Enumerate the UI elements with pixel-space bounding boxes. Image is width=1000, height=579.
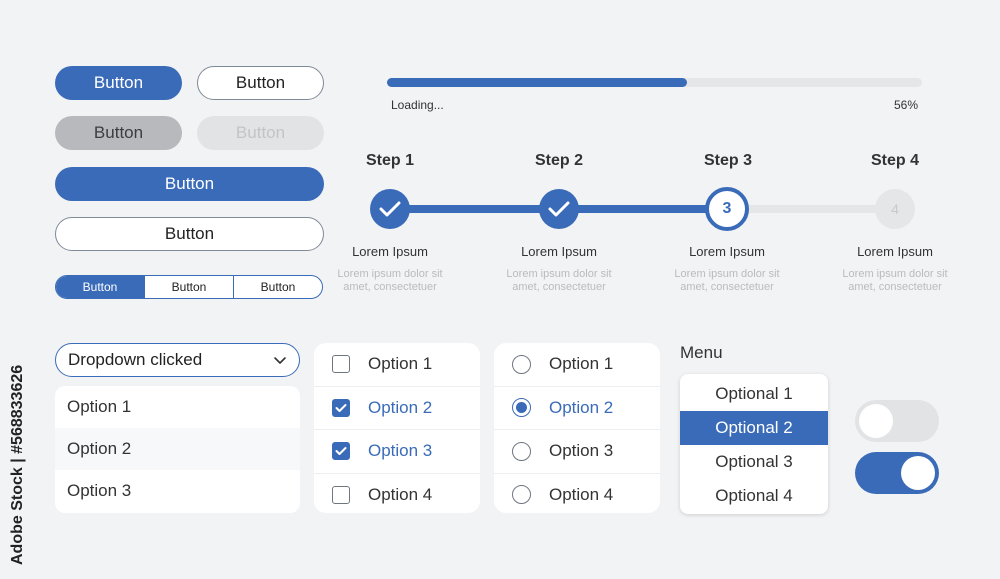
checkbox[interactable] [332,398,350,417]
checkbox-label: Option 1 [368,354,433,374]
segment-button-1[interactable]: Button [56,276,144,298]
step-1-label: Step 1 [365,152,414,169]
outline-button[interactable]: Button [197,66,324,100]
toggle-knob [901,456,935,490]
disabled-button: Button [197,116,324,150]
radio-dot [516,402,527,414]
step-2-circle[interactable] [539,189,579,229]
gray-button[interactable]: Button [55,116,182,150]
step-2-desc: Lorem ipsum dolor sit amet, consectetuer [506,268,612,293]
radio-label: Option 3 [549,441,614,461]
dropdown-option[interactable]: Option 2 [55,428,300,470]
checkbox-row[interactable]: Option 2 [314,387,480,430]
menu-item[interactable]: Optional 3 [680,445,828,479]
toggle-knob [859,404,893,438]
radio-row[interactable]: Option 1 [494,343,660,387]
step-4-desc: Lorem ipsum dolor sit amet, consectetuer [842,268,948,293]
check-icon [379,201,401,217]
menu-item[interactable]: Optional 1 [680,377,828,411]
radio-button[interactable] [512,485,531,505]
checkbox[interactable] [332,485,350,504]
radio-label: Option 2 [549,397,614,417]
checkbox-row[interactable]: Option 1 [314,343,480,387]
progress-bar [387,78,922,87]
check-icon [335,447,347,456]
radio-label: Option 1 [549,354,614,374]
dropdown[interactable]: Dropdown clicked [55,343,300,377]
radio-row[interactable]: Option 4 [494,474,660,514]
stock-watermark-text: Adobe Stock | #568833626 [9,364,26,565]
radio-button[interactable] [512,398,531,418]
radio-button[interactable] [512,354,531,374]
step-3-desc: Lorem ipsum dolor sit amet, consectetuer [674,268,780,293]
dropdown-list: Option 1 Option 2 Option 3 [55,386,300,513]
step-1-desc: Lorem ipsum dolor sit amet, consectetuer [337,268,443,293]
checkbox[interactable] [332,442,350,461]
step-4-title: Lorem Ipsum [857,244,933,259]
progress-label: Loading... [391,98,444,112]
dropdown-value: Dropdown clicked [68,350,203,369]
step-1-title: Lorem Ipsum [352,244,428,259]
menu-title: Menu [680,343,723,362]
checkbox-group: Option 1 Option 2 Option 3 Option 4 [314,343,480,513]
step-4-circle[interactable]: 4 [875,189,915,229]
progress-fill [387,78,687,87]
step-3-title: Lorem Ipsum [689,244,765,259]
checkbox-label: Option 3 [368,441,433,461]
wide-outline-button[interactable]: Button [55,217,324,251]
checkbox-label: Option 2 [368,397,433,417]
checkbox[interactable] [332,355,350,374]
checkbox-row[interactable]: Option 3 [314,430,480,474]
segment-button-3[interactable]: Button [233,276,322,298]
toggle-off[interactable] [855,400,939,442]
radio-label: Option 4 [549,484,614,504]
checkbox-row[interactable]: Option 4 [314,474,480,514]
check-icon [335,403,347,412]
primary-button[interactable]: Button [55,66,182,100]
checkbox-label: Option 4 [368,484,433,504]
segmented-control: Button Button Button [55,275,323,299]
stepper-line-pending [727,205,895,213]
step-3-circle[interactable]: 3 [705,187,749,231]
step-1-circle[interactable] [370,189,410,229]
menu-item[interactable]: Optional 4 [680,479,828,513]
step-3-label: Step 3 [703,152,752,169]
radio-button[interactable] [512,441,531,461]
wide-primary-button[interactable]: Button [55,167,324,201]
menu: Optional 1 Optional 2 Optional 3 Optiona… [680,374,828,514]
menu-item-selected[interactable]: Optional 2 [680,411,828,445]
radio-row[interactable]: Option 2 [494,387,660,430]
step-2-label: Step 2 [534,152,583,169]
progress-percent: 56% [893,98,918,112]
chevron-down-icon [274,356,286,364]
radio-row[interactable]: Option 3 [494,430,660,474]
check-icon [548,201,570,217]
dropdown-option[interactable]: Option 3 [55,470,300,512]
step-4-label: Step 4 [870,152,919,169]
step-2-title: Lorem Ipsum [521,244,597,259]
dropdown-option[interactable]: Option 1 [55,386,300,428]
segment-button-2[interactable]: Button [144,276,233,298]
radio-group: Option 1 Option 2 Option 3 Option 4 [494,343,660,513]
toggle-on[interactable] [855,452,939,494]
